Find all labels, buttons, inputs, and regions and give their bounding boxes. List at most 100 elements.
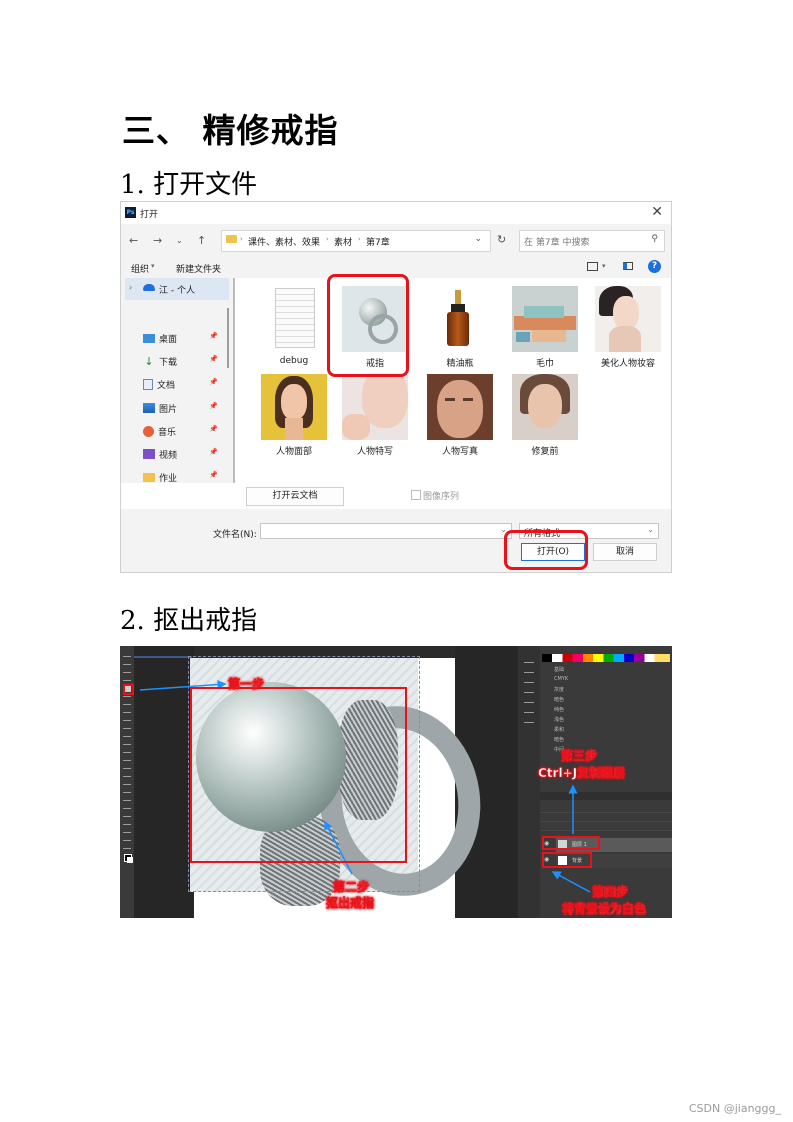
file-name: 人物面部 [275, 447, 312, 457]
new-folder-button[interactable]: 新建文件夹 [176, 262, 221, 275]
annotation-step3: 第三步 [561, 749, 598, 763]
filename-label: 文件名(N): [213, 530, 257, 540]
chevron-down-icon[interactable]: ⌄ [474, 234, 482, 244]
music-icon [143, 425, 154, 437]
file-name: 毛巾 [535, 359, 554, 369]
breadcrumb-item[interactable]: 素材 [334, 235, 352, 248]
file-item[interactable]: 人物写真 [425, 374, 495, 457]
sidebar-item-documents[interactable]: 文档 [143, 376, 175, 392]
file-thumbnail [427, 374, 493, 440]
forward-arrow-icon[interactable]: → [153, 234, 162, 247]
pin-icon[interactable]: 📌 [209, 471, 218, 479]
section-heading: 三、 精修戒指 [122, 111, 339, 150]
highlight-layer-1 [542, 836, 600, 850]
arrow-step4 [551, 871, 591, 893]
search-placeholder: 在 第7章 中搜索 [524, 238, 590, 248]
file-thumbnail [512, 286, 578, 352]
file-thumbnail [261, 374, 327, 440]
file-item[interactable]: 人物特写 [340, 374, 410, 457]
search-input[interactable]: 在 第7章 中搜索 ⚲ [519, 230, 665, 252]
video-icon [143, 449, 155, 459]
highlight-ring-selection [190, 687, 407, 863]
preview-pane-icon[interactable] [623, 262, 633, 270]
refresh-icon[interactable]: ↻ [497, 233, 506, 246]
breadcrumb-item[interactable]: 第7章 [366, 235, 390, 248]
pin-icon[interactable]: 📌 [209, 402, 218, 410]
annotation-step4: 第四步 [592, 885, 629, 899]
desktop-icon [143, 333, 155, 343]
sidebar-item-cloud[interactable]: › 江 - 个人 [125, 278, 229, 300]
file-name: debug [279, 356, 309, 366]
file-item[interactable]: 人物面部 [259, 374, 329, 457]
file-list: debug 戒指 精油瓶 毛巾 美化人物妆容 人物面部 人物特写 人物写真 修复… [233, 278, 671, 483]
cloud-icon [143, 284, 155, 291]
download-icon: ↓ [144, 354, 154, 368]
pin-icon[interactable]: 📌 [209, 378, 218, 386]
close-icon[interactable]: ✕ [651, 204, 663, 220]
highlight-tool [123, 684, 134, 695]
annotation-step2-detail: 抠出戒指 [326, 896, 375, 910]
open-cloud-doc-button[interactable]: 打开云文档 [246, 487, 344, 506]
file-thumbnail [512, 374, 578, 440]
sidebar-item-label: 音乐 [158, 427, 177, 438]
highlight-open-button [504, 530, 588, 570]
file-thumbnail [261, 286, 327, 352]
pin-icon[interactable]: 📌 [209, 425, 218, 433]
view-icon[interactable] [587, 262, 598, 271]
pin-icon[interactable]: 📌 [209, 332, 218, 340]
annotation-step2: 第二步 [333, 880, 370, 894]
sidebar-item-music[interactable]: 音乐 [143, 423, 176, 439]
breadcrumb-item[interactable]: 课件、素材、效果 [248, 235, 320, 248]
chevron-down-icon[interactable]: ⌄ [647, 525, 654, 534]
sidebar-item-label: 江 - 个人 [159, 286, 195, 296]
file-item[interactable]: 精油瓶 [425, 286, 495, 369]
chevron-down-icon[interactable]: ▾ [151, 262, 155, 270]
dialog-footer: 打开云文档 图像序列 文件名(N): ⌄ 所有格式 ⌄ 打开(O) 取消 [121, 483, 671, 572]
dialog-title: 打开 [140, 210, 159, 220]
up-arrow-icon[interactable]: ↑ [197, 234, 206, 247]
folder-icon [226, 235, 237, 243]
recent-locations-icon[interactable]: ⌄ [176, 236, 183, 245]
back-arrow-icon[interactable]: ← [129, 234, 138, 247]
cancel-button[interactable]: 取消 [593, 543, 657, 561]
sidebar-item-label: 视频 [159, 450, 178, 461]
help-icon[interactable]: ? [648, 260, 661, 273]
sidebar-item-pictures[interactable]: 图片 [143, 400, 177, 416]
pictures-icon [143, 403, 155, 413]
file-item[interactable]: debug [259, 286, 329, 366]
step-heading-open-file: 1. 打开文件 [120, 170, 258, 200]
file-item[interactable]: 毛巾 [510, 286, 580, 369]
sidebar-item-downloads[interactable]: ↓ 下载 [143, 353, 177, 369]
dialog-titlebar: Ps 打开 ✕ [121, 202, 671, 224]
pin-icon[interactable]: 📌 [209, 355, 218, 363]
sidebar-item-videos[interactable]: 视频 [143, 446, 177, 462]
address-bar[interactable]: › 课件、素材、效果 › 素材 › 第7章 ⌄ [221, 230, 491, 252]
search-icon: ⚲ [651, 234, 658, 244]
step-heading-cutout-ring: 2. 抠出戒指 [120, 606, 258, 636]
document-icon [143, 378, 153, 390]
navigation-bar: ← → ⌄ ↑ › 课件、素材、效果 › 素材 › 第7章 ⌄ ↻ 在 第7章 … [121, 224, 671, 258]
file-thumbnail [427, 286, 493, 352]
annotation-step3-detail: Ctrl+J复制图层 [538, 766, 626, 780]
chevron-down-icon[interactable]: ▾ [602, 262, 606, 270]
navigation-pane: › 江 - 个人 桌面 📌 ↓ 下载 📌 文档 📌 图片 📌 音乐 📌 视频 📌… [121, 278, 229, 484]
file-name: 精油瓶 [446, 359, 474, 369]
scrollbar[interactable] [233, 278, 235, 483]
organize-button[interactable]: 组织 [131, 262, 149, 275]
image-sequence-checkbox[interactable] [411, 490, 421, 500]
sidebar-item-desktop[interactable]: 桌面 [143, 330, 177, 346]
file-name: 美化人物妆容 [600, 359, 655, 369]
image-sequence-label: 图像序列 [423, 492, 460, 502]
file-item[interactable]: 美化人物妆容 [593, 286, 663, 369]
file-item[interactable]: 修复前 [510, 374, 580, 457]
file-name: 人物特写 [356, 447, 393, 457]
sidebar-item-label: 图片 [159, 404, 178, 415]
file-thumbnail [342, 374, 408, 440]
filename-input[interactable]: ⌄ [260, 523, 512, 539]
scrollbar[interactable] [227, 308, 229, 368]
annotation-step4-detail: 将背景设为白色 [562, 902, 647, 916]
pin-icon[interactable]: 📌 [209, 448, 218, 456]
highlight-background-layer [542, 852, 592, 868]
photoshop-screenshot: 基础 CMYK 灰度 暗色 纯色 浅色 柔和 暗色 中间 图层 1 背景 ◉ ◉ [120, 646, 672, 918]
sidebar-item-label: 文档 [157, 380, 176, 391]
